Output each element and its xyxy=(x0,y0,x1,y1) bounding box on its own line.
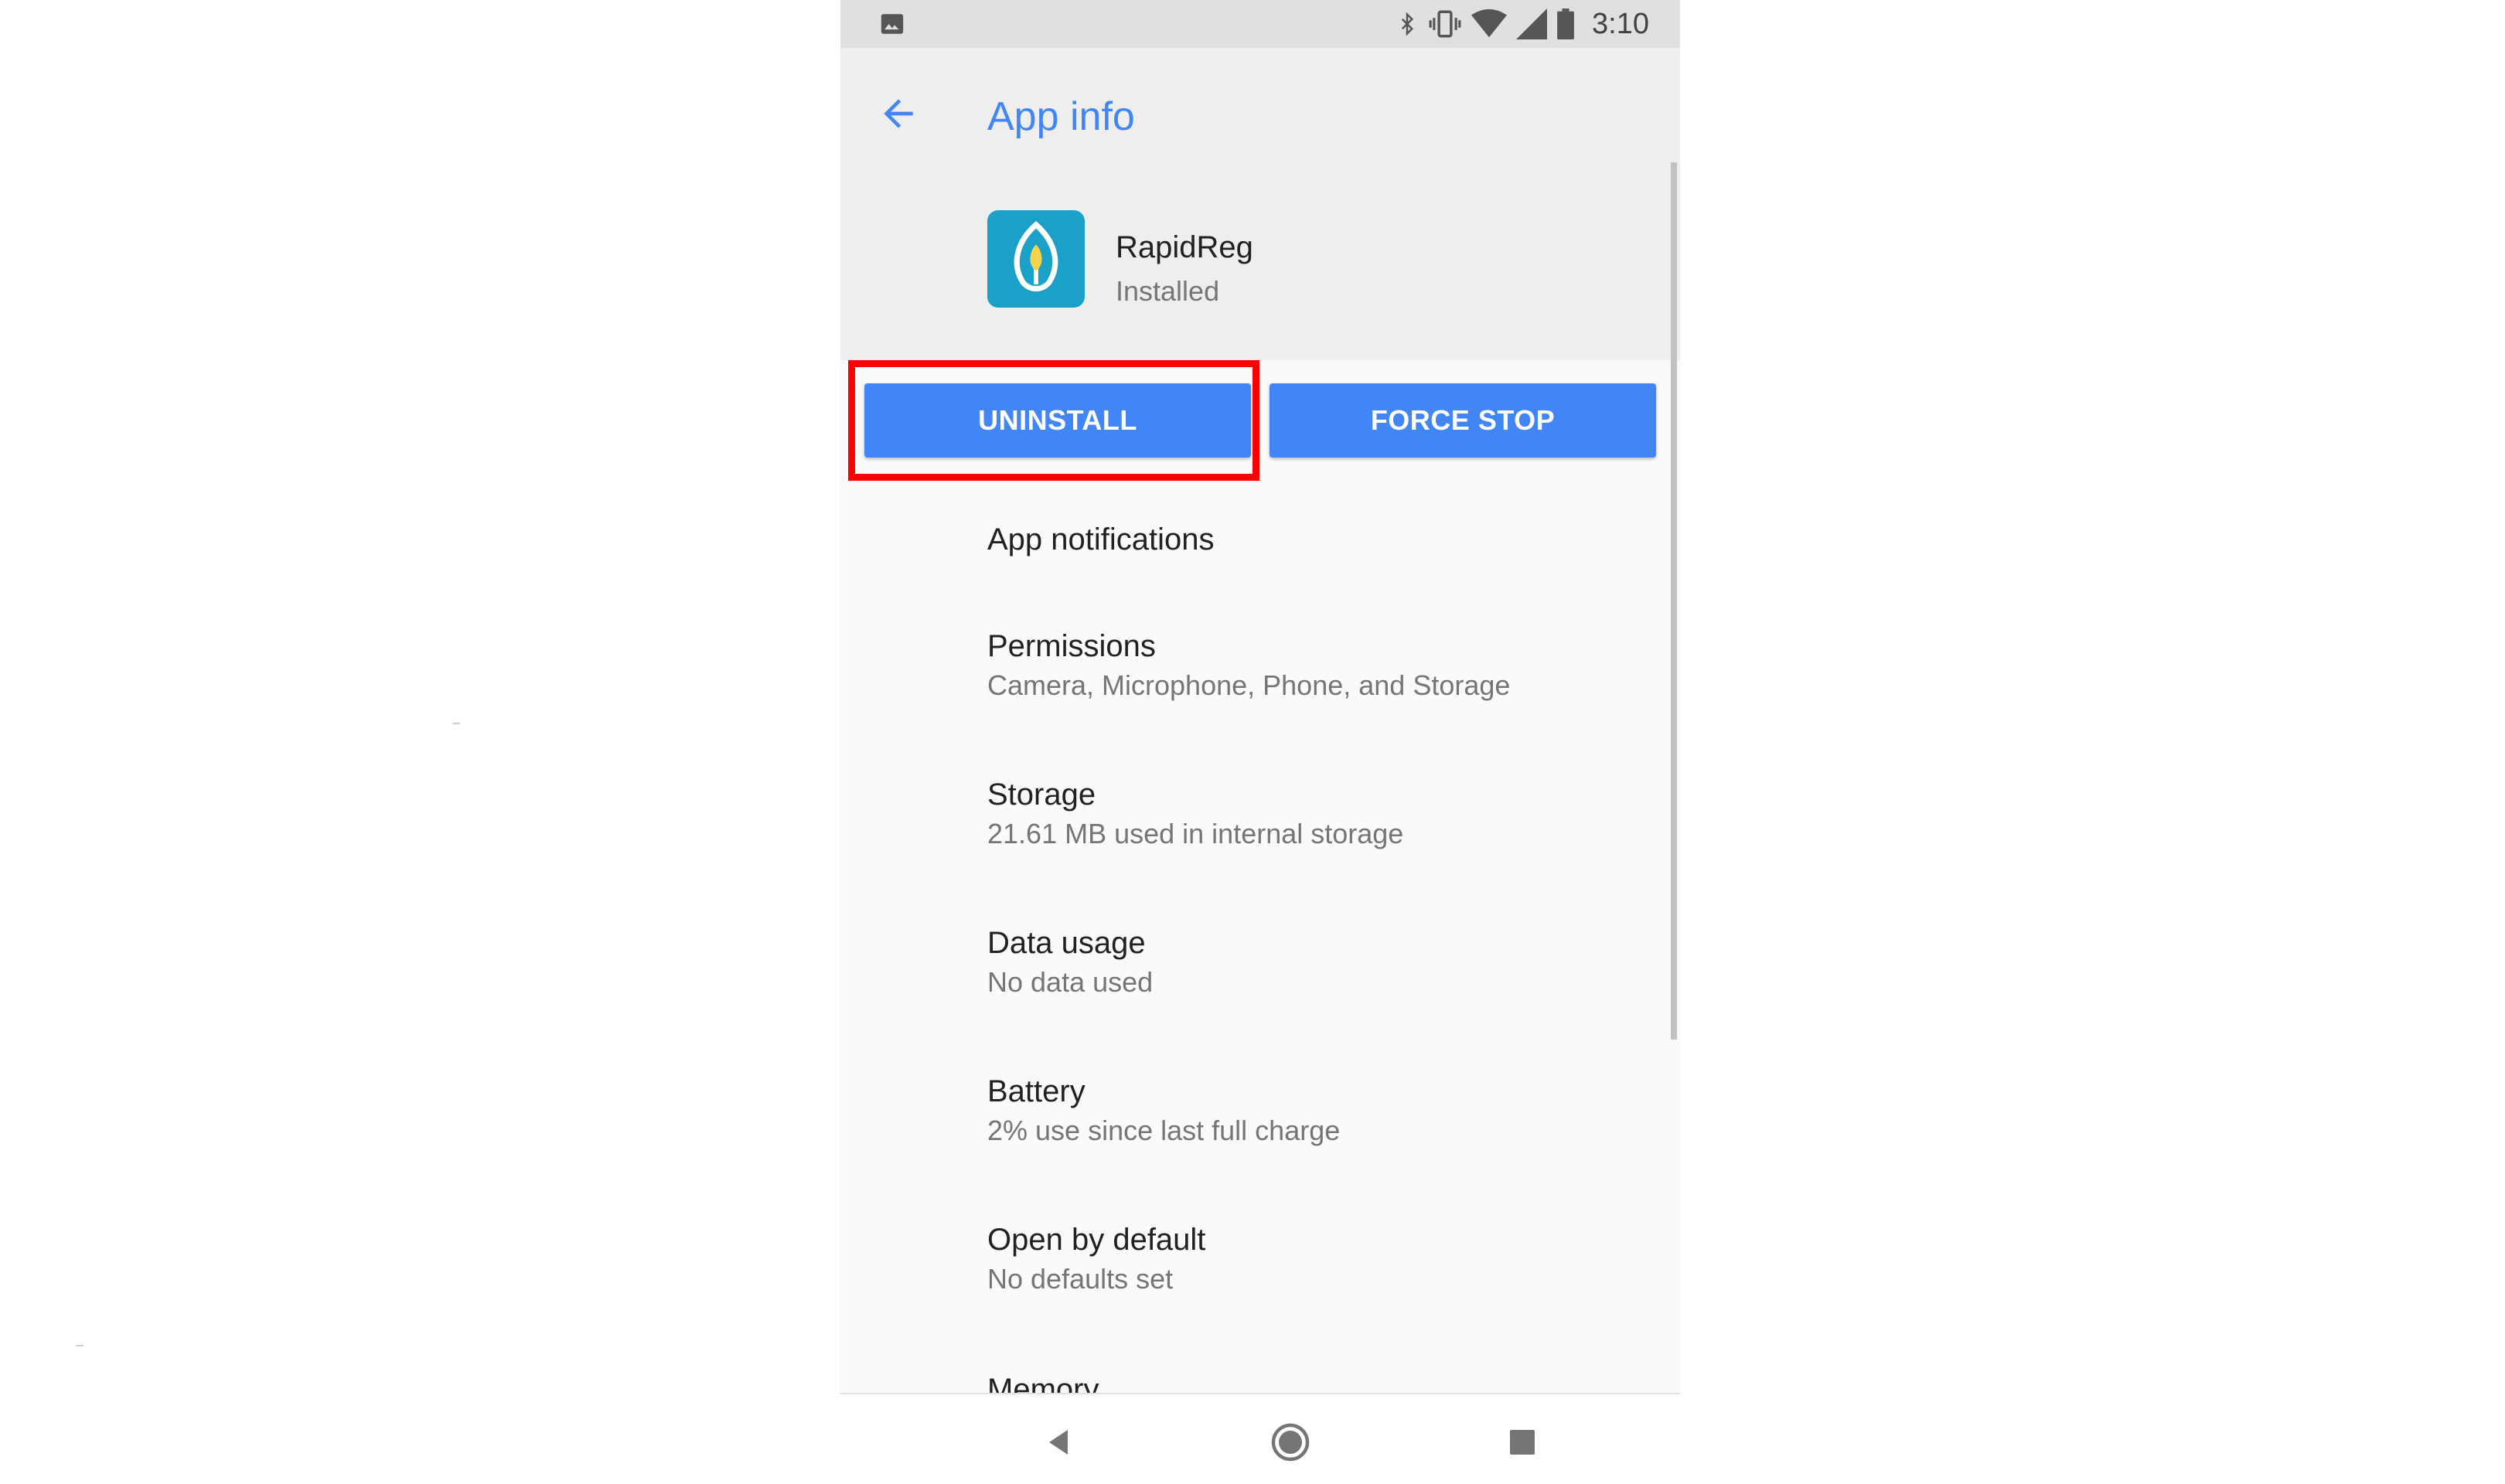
settings-item-title: Battery xyxy=(987,1074,1086,1108)
settings-item-open-by-default[interactable]: Open by default No defaults set xyxy=(987,1220,1652,1298)
back-button[interactable] xyxy=(864,79,933,148)
nav-recents-button[interactable] xyxy=(1491,1411,1553,1473)
app-install-status: Installed xyxy=(1116,275,1220,307)
image-notification-icon xyxy=(881,14,904,34)
status-bar: 3:10 xyxy=(840,0,1680,48)
scrollbar[interactable] xyxy=(1671,162,1677,1040)
settings-item-app-notifications[interactable]: App notifications xyxy=(987,519,1652,560)
nav-back-button[interactable] xyxy=(1028,1411,1089,1473)
settings-item-subtitle: No data used xyxy=(987,966,1154,998)
nav-home-button[interactable] xyxy=(1259,1411,1321,1473)
stray-mark xyxy=(452,723,460,724)
app-info-header: App info RapidReg Installed xyxy=(840,48,1680,360)
vibrate-icon xyxy=(1429,10,1461,38)
nav-recents-icon xyxy=(1510,1430,1535,1455)
screenshot-canvas: 3:10 App info RapidReg Installed UNINSTA… xyxy=(0,0,2505,1484)
settings-item-title: App notifications xyxy=(987,522,1215,556)
nav-back-icon xyxy=(1049,1430,1068,1455)
battery-icon xyxy=(1557,9,1574,39)
settings-item-data-usage[interactable]: Data usage No data used xyxy=(987,923,1652,1002)
phone-screen: 3:10 App info RapidReg Installed UNINSTA… xyxy=(840,0,1680,1484)
rapidreg-app-icon xyxy=(987,210,1085,308)
settings-item-storage[interactable]: Storage 21.61 MB used in internal storag… xyxy=(987,774,1652,853)
settings-item-title: Data usage xyxy=(987,926,1146,960)
status-icons: 3:10 xyxy=(1396,6,1649,42)
settings-item-subtitle: 21.61 MB used in internal storage xyxy=(987,818,1404,849)
settings-item-permissions[interactable]: Permissions Camera, Microphone, Phone, a… xyxy=(987,626,1652,705)
settings-item-title: Storage xyxy=(987,778,1096,812)
navigation-bar xyxy=(840,1393,1680,1484)
app-name: RapidReg xyxy=(1116,230,1253,264)
uninstall-button[interactable]: UNINSTALL xyxy=(864,383,1251,458)
nav-home-icon xyxy=(1271,1423,1310,1462)
settings-item-title: Open by default xyxy=(987,1223,1206,1257)
bluetooth-icon xyxy=(1401,12,1414,36)
page-title: App info xyxy=(987,94,1135,139)
wifi-icon xyxy=(1471,9,1508,38)
settings-item-subtitle: 2% use since last full charge xyxy=(987,1115,1341,1146)
cell-signal-icon xyxy=(1516,9,1548,39)
settings-item-title: Permissions xyxy=(987,629,1156,663)
settings-item-battery[interactable]: Battery 2% use since last full charge xyxy=(987,1071,1652,1150)
arrow-back-icon xyxy=(884,99,913,128)
status-time: 3:10 xyxy=(1592,7,1649,40)
settings-item-subtitle: No defaults set xyxy=(987,1263,1174,1295)
stray-mark xyxy=(76,1345,84,1346)
force-stop-button[interactable]: FORCE STOP xyxy=(1270,383,1656,458)
settings-item-subtitle: Camera, Microphone, Phone, and Storage xyxy=(987,669,1511,701)
